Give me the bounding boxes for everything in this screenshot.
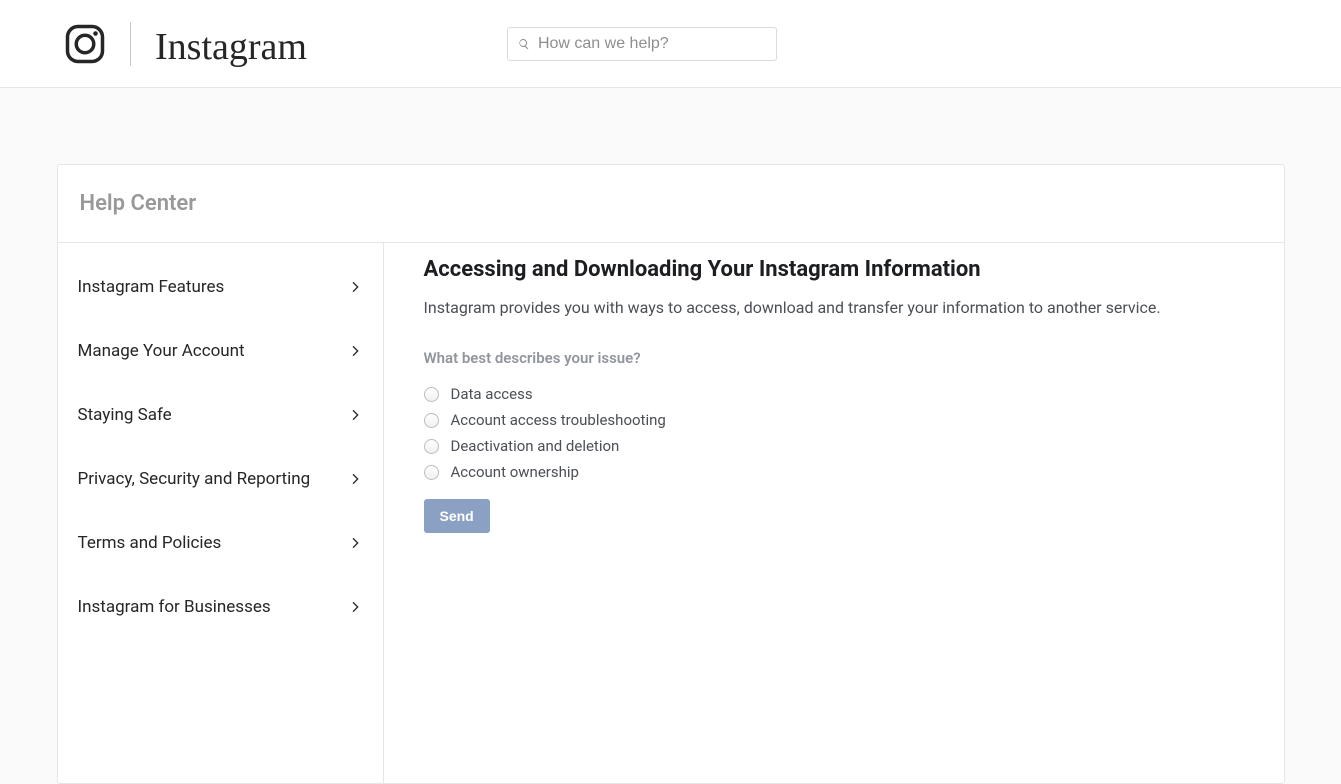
sidebar-item-label: Terms and Policies: [78, 533, 222, 553]
sidebar-item-label: Instagram Features: [78, 277, 225, 297]
chevron-right-icon: [347, 279, 363, 295]
radio-icon: [424, 387, 439, 402]
radio-icon: [424, 465, 439, 480]
logo-divider: [130, 22, 131, 66]
instagram-logo-icon: [64, 23, 106, 65]
option-label: Deactivation and deletion: [451, 437, 620, 455]
sidebar-item-label: Manage Your Account: [78, 341, 245, 361]
brand-wordmark: Instagram: [155, 25, 307, 69]
search-input[interactable]: [538, 35, 766, 53]
sidebar-item-privacy[interactable]: Privacy, Security and Reporting: [58, 447, 383, 511]
sidebar-item-label: Staying Safe: [78, 405, 172, 425]
chevron-right-icon: [347, 343, 363, 359]
content-row: Instagram Features Manage Your Account S…: [58, 243, 1284, 783]
sidebar-item-terms[interactable]: Terms and Policies: [58, 511, 383, 575]
sidebar-item-label: Privacy, Security and Reporting: [78, 469, 311, 489]
sidebar-item-features[interactable]: Instagram Features: [58, 255, 383, 319]
chevron-right-icon: [347, 599, 363, 615]
top-bar: Instagram: [0, 0, 1341, 88]
article-intro: Instagram provides you with ways to acce…: [424, 298, 1244, 317]
main-content: Accessing and Downloading Your Instagram…: [384, 243, 1284, 783]
option-label: Data access: [451, 385, 533, 403]
radio-icon: [424, 439, 439, 454]
option-deactivation[interactable]: Deactivation and deletion: [424, 433, 1244, 459]
sidebar-item-staying-safe[interactable]: Staying Safe: [58, 383, 383, 447]
search-box[interactable]: [507, 27, 777, 61]
option-data-access[interactable]: Data access: [424, 381, 1244, 407]
chevron-right-icon: [347, 471, 363, 487]
panel-header: Help Center: [58, 165, 1284, 243]
chevron-right-icon: [347, 407, 363, 423]
page-title: Help Center: [80, 191, 1262, 216]
chevron-right-icon: [347, 535, 363, 551]
option-ownership[interactable]: Account ownership: [424, 459, 1244, 485]
radio-icon: [424, 413, 439, 428]
option-label: Account ownership: [451, 463, 579, 481]
form-question: What best describes your issue?: [424, 349, 1244, 367]
logo-group[interactable]: Instagram: [64, 19, 307, 69]
option-label: Account access troubleshooting: [451, 411, 666, 429]
send-button[interactable]: Send: [424, 499, 490, 533]
options-group: Data access Account access troubleshooti…: [424, 381, 1244, 485]
sidebar: Instagram Features Manage Your Account S…: [58, 243, 384, 783]
help-panel: Help Center Instagram Features Manage Yo…: [57, 164, 1285, 784]
sidebar-item-business[interactable]: Instagram for Businesses: [58, 575, 383, 639]
article-heading: Accessing and Downloading Your Instagram…: [424, 257, 1244, 282]
sidebar-item-label: Instagram for Businesses: [78, 597, 271, 617]
option-account-access[interactable]: Account access troubleshooting: [424, 407, 1244, 433]
sidebar-item-manage-account[interactable]: Manage Your Account: [58, 319, 383, 383]
search-icon: [518, 38, 530, 50]
